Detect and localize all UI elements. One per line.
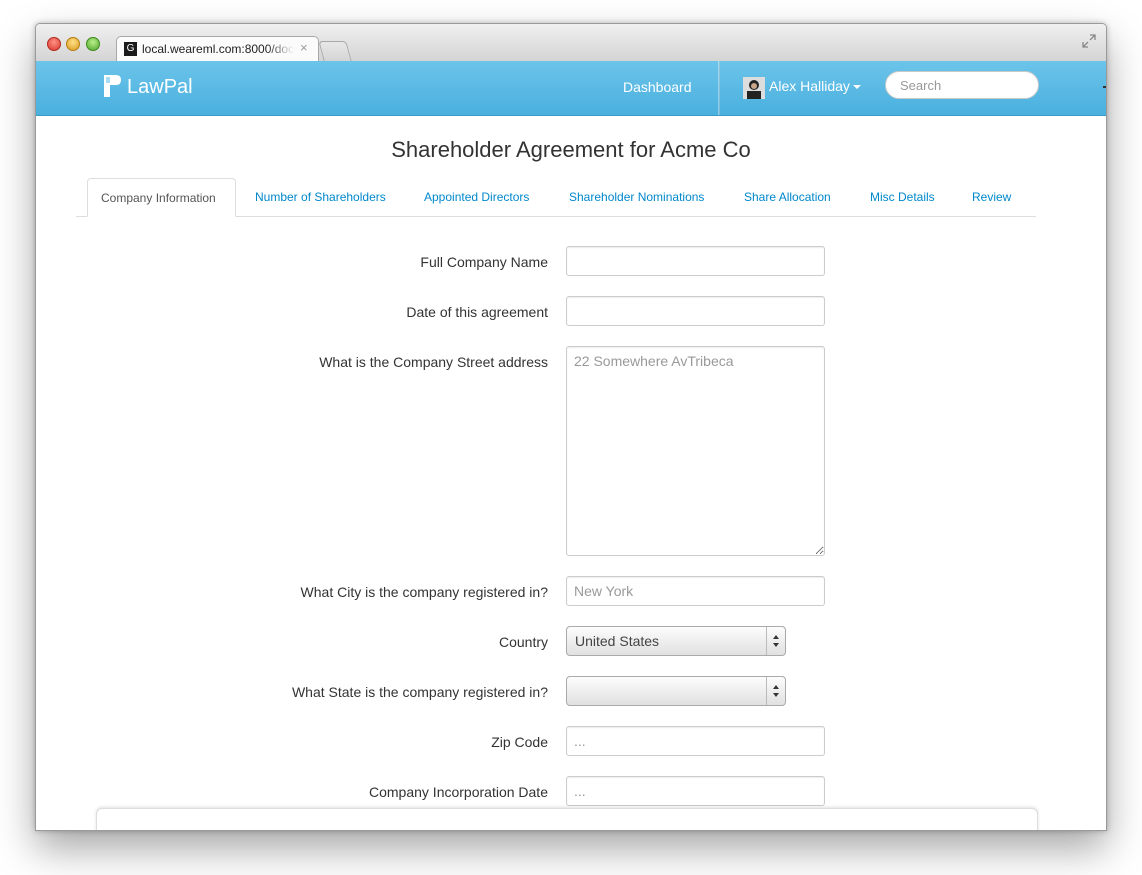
incorporation-date-label: Company Incorporation Date	[369, 784, 548, 800]
browser-tab[interactable]: G local.weareml.com:8000/docs ×	[116, 36, 319, 62]
select-arrows-icon	[766, 677, 779, 705]
nav-edge-marker	[1103, 86, 1106, 88]
city-label: What City is the company registered in?	[300, 584, 548, 600]
state-label: What State is the company registered in?	[291, 684, 548, 700]
tab-appointed-directors[interactable]: Appointed Directors	[424, 178, 529, 216]
agreement-date-label: Date of this agreement	[406, 304, 548, 320]
nav-dashboard-link[interactable]: Dashboard	[623, 79, 692, 95]
street-address-field[interactable]	[566, 346, 825, 556]
tab-share-allocation[interactable]: Share Allocation	[744, 178, 831, 216]
tab-shareholder-nominations[interactable]: Shareholder Nominations	[569, 178, 704, 216]
tab-title: local.weareml.com:8000/docs	[142, 42, 294, 56]
tab-number-of-shareholders[interactable]: Number of Shareholders	[255, 178, 386, 216]
bottom-action-panel	[96, 808, 1038, 830]
incorporation-date-field[interactable]	[566, 776, 825, 806]
new-tab-button[interactable]	[318, 41, 352, 61]
tab-review[interactable]: Review	[972, 178, 1011, 216]
window-close-button[interactable]	[47, 37, 61, 51]
brand-name: LawPal	[127, 76, 193, 98]
page-title: Shareholder Agreement for Acme Co	[391, 137, 751, 162]
state-select[interactable]	[566, 676, 786, 706]
lawpal-logo-icon	[104, 75, 121, 97]
company-name-field[interactable]	[566, 246, 825, 276]
search-input[interactable]	[885, 71, 1039, 99]
avatar	[743, 77, 765, 99]
company-name-label: Full Company Name	[420, 254, 548, 270]
form-tabs: Company Information Number of Shareholde…	[76, 178, 1036, 217]
user-name: Alex Halliday	[769, 78, 850, 94]
tab-misc-details[interactable]: Misc Details	[870, 178, 935, 216]
agreement-date-field[interactable]	[566, 296, 825, 326]
select-arrows-icon	[766, 627, 779, 655]
city-field[interactable]	[566, 576, 825, 606]
top-navbar: LawPal Dashboard Alex Halliday	[36, 61, 1106, 116]
window-zoom-button[interactable]	[86, 37, 100, 51]
zip-label: Zip Code	[491, 734, 548, 750]
window-minimize-button[interactable]	[66, 37, 80, 51]
country-select[interactable]: United States	[566, 626, 786, 656]
country-selected-value: United States	[575, 633, 660, 649]
street-address-label: What is the Company Street address	[319, 354, 548, 370]
tab-close-icon[interactable]: ×	[300, 40, 308, 55]
zip-field[interactable]	[566, 726, 825, 756]
browser-window: G local.weareml.com:8000/docs × LawPal D…	[35, 23, 1107, 831]
country-label: Country	[498, 634, 548, 650]
tab-company-information[interactable]: Company Information	[87, 178, 236, 217]
nav-divider	[718, 61, 720, 115]
favicon-icon: G	[124, 42, 137, 56]
browser-titlebar: G local.weareml.com:8000/docs ×	[36, 24, 1106, 62]
fullscreen-icon[interactable]	[1082, 34, 1096, 48]
chevron-down-icon	[853, 85, 861, 89]
